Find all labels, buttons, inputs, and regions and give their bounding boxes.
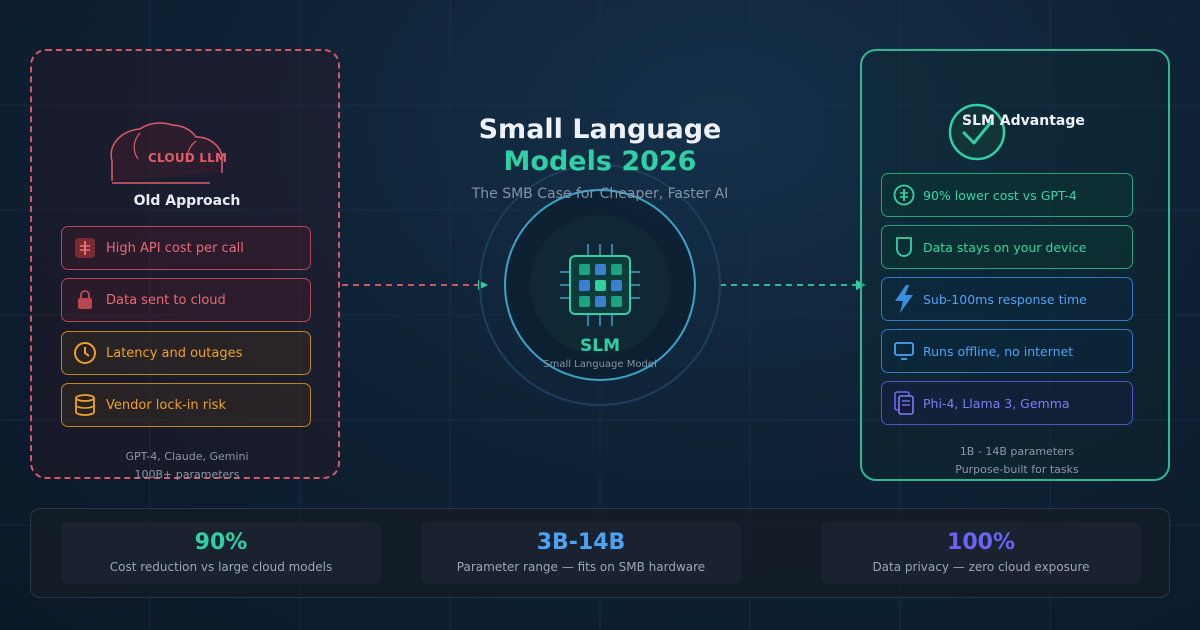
stat-label: Data privacy — zero cloud exposure (872, 560, 1090, 574)
stat-value: 100% (947, 530, 1015, 555)
chip-icon (560, 244, 640, 326)
cloud-llm-label: CLOUD LLM (148, 151, 228, 165)
adv-item-speed: Sub-100ms response time (881, 277, 1133, 321)
page-title-line1: Small Language (478, 114, 722, 145)
stat-cost: 90% Cost reduction vs large cloud models (61, 522, 381, 584)
old-models-list: GPT-4, Claude, Gemini (125, 450, 249, 463)
stack-icon (892, 391, 916, 415)
monitor-icon (892, 339, 916, 363)
slm-purpose: Purpose-built for tasks (955, 463, 1079, 476)
stat-params: 3B-14B Parameter range — fits on SMB har… (421, 522, 741, 584)
lock-icon (73, 288, 97, 312)
adv-item-label: Phi-4, Llama 3, Gemma (923, 395, 1070, 411)
check-circle-icon (948, 103, 1006, 161)
dollar-icon (73, 236, 97, 260)
slm-sublabel: Small Language Model (543, 359, 657, 370)
adv-item-offline: Runs offline, no internet (881, 329, 1133, 373)
stat-label: Parameter range — fits on SMB hardware (456, 560, 706, 574)
slm-label: SLM (580, 336, 620, 356)
stat-privacy: 100% Data privacy — zero cloud exposure (821, 522, 1141, 584)
old-item-label: Data sent to cloud (106, 292, 226, 308)
adv-item-label: Data stays on your device (923, 239, 1087, 255)
lightning-icon (892, 285, 916, 313)
adv-item-cost: 90% lower cost vs GPT-4 (881, 173, 1133, 217)
stat-value: 90% (194, 530, 248, 555)
page-title-line2: Models 2026 (503, 146, 697, 177)
shield-icon (892, 235, 916, 259)
slm-advantage-panel: SLM Advantage 90% lower cost vs GPT-4 Da… (860, 49, 1170, 481)
old-approach-title: Old Approach (133, 193, 241, 209)
old-item-lockin: Vendor lock-in risk (61, 383, 311, 427)
adv-item-label: 90% lower cost vs GPT-4 (923, 187, 1077, 203)
old-item-label: Latency and outages (106, 345, 243, 361)
old-approach-panel: CLOUD LLM Old Approach High API cost per… (30, 49, 340, 481)
old-params: 100B+ parameters (134, 468, 240, 481)
clock-icon (73, 341, 97, 365)
old-item-latency: Latency and outages (61, 331, 311, 375)
dollar-icon (892, 183, 916, 207)
stats-bar: 90% Cost reduction vs large cloud models… (30, 508, 1170, 598)
arrow-left-to-center (342, 280, 488, 290)
adv-item-label: Runs offline, no internet (923, 343, 1074, 359)
slm-params: 1B - 14B parameters (959, 445, 1075, 458)
stat-label: Cost reduction vs large cloud models (109, 560, 333, 574)
adv-item-models: Phi-4, Llama 3, Gemma (881, 381, 1133, 425)
stat-value: 3B-14B (536, 530, 626, 555)
old-item-api-cost: High API cost per call (61, 226, 311, 270)
old-item-label: Vendor lock-in risk (106, 397, 226, 413)
arrow-center-to-right (720, 280, 866, 290)
adv-item-label: Sub-100ms response time (923, 291, 1087, 307)
old-item-data-cloud: Data sent to cloud (61, 278, 311, 322)
adv-item-data: Data stays on your device (881, 225, 1133, 269)
database-icon (73, 393, 97, 417)
slm-advantage-title: SLM Advantage (962, 113, 1085, 129)
page-subtitle: The SMB Case for Cheaper, Faster AI (471, 186, 729, 202)
old-item-label: High API cost per call (106, 240, 244, 256)
